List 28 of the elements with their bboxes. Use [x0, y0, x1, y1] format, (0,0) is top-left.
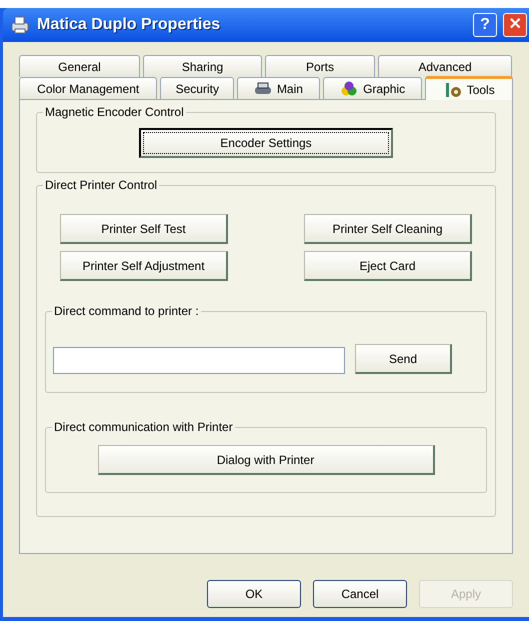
tab[interactable]: Security	[160, 77, 234, 99]
command-button[interactable]: Printer Self Adjustment	[60, 251, 228, 281]
tab[interactable]: General	[19, 55, 140, 77]
tab[interactable]: Tools	[425, 76, 514, 100]
tools-icon	[444, 82, 462, 98]
close-button[interactable]: ✕	[503, 13, 527, 37]
tab[interactable]: Advanced	[378, 55, 512, 77]
encoder-settings-button[interactable]: Encoder Settings	[139, 128, 393, 158]
printer-icon	[9, 14, 31, 36]
tab[interactable]: Ports	[265, 55, 375, 77]
dialog-button[interactable]: Cancel	[313, 580, 407, 608]
command-button[interactable]: Printer Self Cleaning	[304, 214, 472, 244]
tab[interactable]: Graphic	[322, 77, 422, 99]
tab[interactable]: Main	[237, 77, 320, 99]
tab[interactable]: Color Management	[19, 77, 158, 99]
dialog-button[interactable]: OK	[207, 580, 301, 608]
help-button[interactable]: ?	[473, 13, 497, 37]
command-input-field[interactable]	[53, 347, 345, 374]
command-button[interactable]: Printer Self Test	[60, 214, 228, 244]
group-title: Direct command to printer :	[52, 303, 201, 319]
tab[interactable]: Sharing	[143, 55, 262, 77]
send-button[interactable]: Send	[355, 344, 452, 374]
command-button[interactable]: Eject Card	[304, 251, 472, 281]
window-title: Matica Duplo Properties	[37, 15, 222, 35]
printer-icon	[254, 80, 272, 96]
dialog-with-printer-button[interactable]: Dialog with Printer	[98, 445, 434, 475]
group-title: Magnetic Encoder Control	[43, 104, 186, 120]
color-blobs-icon	[340, 80, 358, 96]
